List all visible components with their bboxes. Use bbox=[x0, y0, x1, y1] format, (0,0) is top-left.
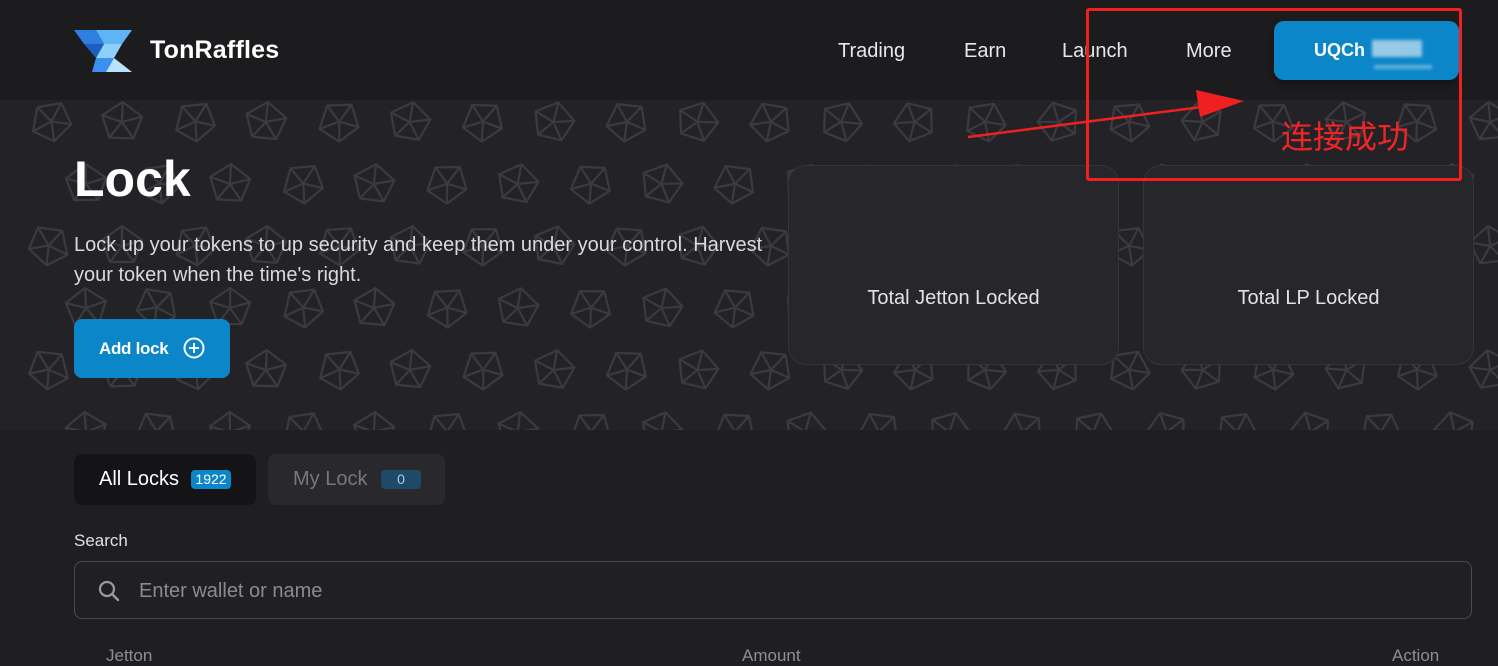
annotation-connected-text: 连接成功 bbox=[1281, 118, 1410, 156]
annotation-arrow-icon bbox=[967, 90, 1244, 139]
